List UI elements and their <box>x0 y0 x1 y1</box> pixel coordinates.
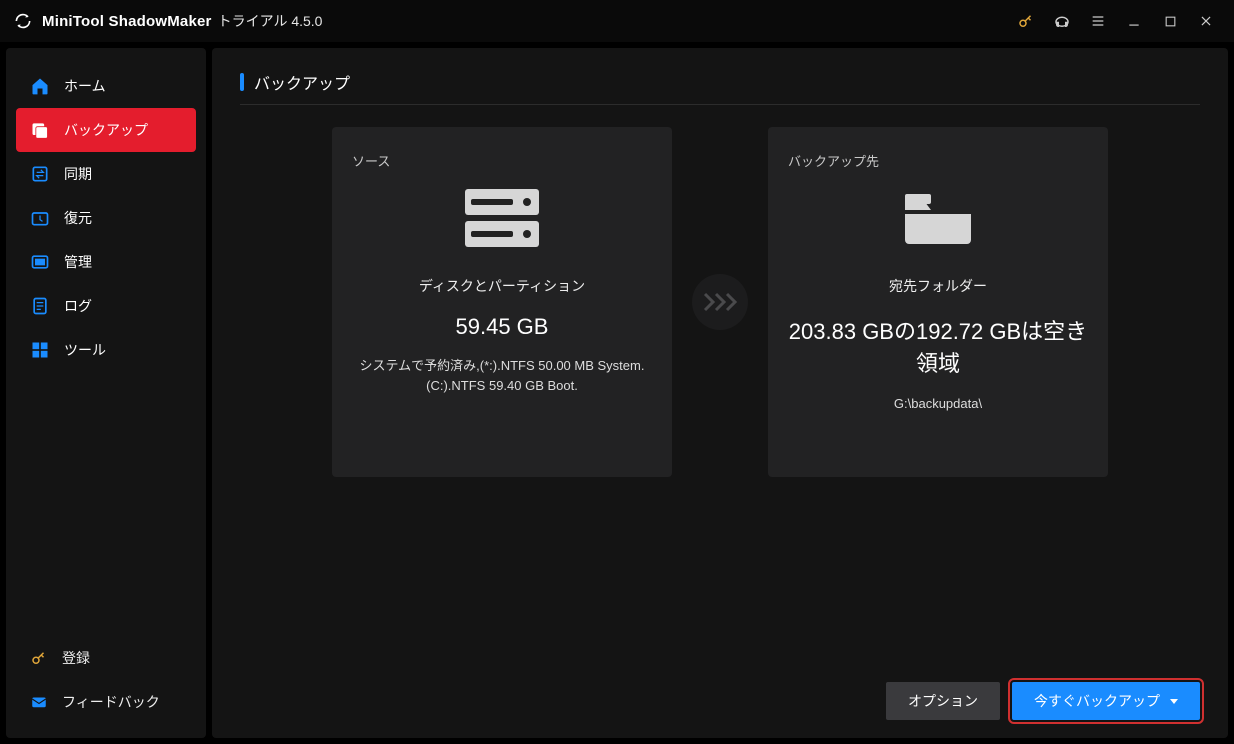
sidebar-item-home[interactable]: ホーム <box>6 64 206 108</box>
dest-card-caption: バックアップ先 <box>788 151 879 170</box>
feedback-mail-icon <box>30 693 48 711</box>
dropdown-caret-icon <box>1170 699 1178 704</box>
register-key-icon <box>30 649 48 667</box>
page-title-accent <box>240 73 244 91</box>
folder-icon <box>901 182 975 254</box>
sidebar: ホーム バックアップ 同期 復元 <box>6 48 206 738</box>
disk-icon <box>463 182 541 254</box>
sidebar-item-backup[interactable]: バックアップ <box>16 108 196 152</box>
home-icon <box>30 76 50 96</box>
sidebar-feedback-label: フィードバック <box>62 692 160 712</box>
close-button[interactable] <box>1190 5 1222 37</box>
dest-detail: G:\backupdata\ <box>894 394 982 414</box>
source-size: 59.45 GB <box>456 314 549 340</box>
options-button-label: オプション <box>908 691 978 711</box>
app-name: MiniTool ShadowMaker <box>42 13 212 30</box>
options-button[interactable]: オプション <box>886 682 1000 720</box>
titlebar: MiniTool ShadowMaker トライアル 4.5.0 <box>0 0 1234 42</box>
destination-card[interactable]: バックアップ先 宛先フォルダー 203.83 GBの192.72 GBは空き領域… <box>768 127 1108 477</box>
sidebar-item-label: ホーム <box>64 76 106 96</box>
sidebar-feedback[interactable]: フィードバック <box>6 680 206 724</box>
maximize-button[interactable] <box>1154 5 1186 37</box>
menu-icon[interactable] <box>1082 5 1114 37</box>
source-card[interactable]: ソース ディスクとパーティション 59.45 GB システムで予約済み,(*:)… <box>332 127 672 477</box>
source-type: ディスクとパーティション <box>419 276 585 296</box>
sync-icon <box>30 164 50 184</box>
tools-icon <box>30 340 50 360</box>
sidebar-register-label: 登録 <box>62 648 90 668</box>
app-logo-icon <box>12 10 34 32</box>
dest-size: 203.83 GBの192.72 GBは空き領域 <box>788 314 1088 378</box>
backup-now-button[interactable]: 今すぐバックアップ <box>1012 682 1200 720</box>
page-title: バックアップ <box>254 70 350 94</box>
sidebar-item-label: 管理 <box>64 252 92 272</box>
backup-icon <box>30 120 50 140</box>
manage-icon <box>30 252 50 272</box>
sidebar-item-label: ログ <box>64 296 92 316</box>
page-header: バックアップ <box>240 70 1200 105</box>
sidebar-item-label: 同期 <box>64 164 92 184</box>
help-icon[interactable] <box>1046 5 1078 37</box>
minimize-button[interactable] <box>1118 5 1150 37</box>
license-key-icon[interactable] <box>1010 5 1042 37</box>
main-panel: バックアップ ソース ディスクとパーティション 59.45 GB <box>212 48 1228 738</box>
sidebar-register[interactable]: 登録 <box>6 636 206 680</box>
sidebar-item-label: バックアップ <box>64 120 148 140</box>
sidebar-item-label: 復元 <box>64 208 92 228</box>
sidebar-item-log[interactable]: ログ <box>6 284 206 328</box>
sidebar-item-manage[interactable]: 管理 <box>6 240 206 284</box>
arrow-chevrons-icon <box>692 274 748 330</box>
source-card-caption: ソース <box>352 151 390 170</box>
sidebar-item-restore[interactable]: 復元 <box>6 196 206 240</box>
sidebar-item-label: ツール <box>64 340 106 360</box>
source-detail: システムで予約済み,(*:).NTFS 50.00 MB System. (C:… <box>360 356 645 395</box>
sidebar-item-tools[interactable]: ツール <box>6 328 206 372</box>
sidebar-item-sync[interactable]: 同期 <box>6 152 206 196</box>
dest-type: 宛先フォルダー <box>889 276 987 296</box>
log-icon <box>30 296 50 316</box>
app-edition: トライアル 4.5.0 <box>218 11 323 31</box>
restore-icon <box>30 208 50 228</box>
backup-now-button-label: 今すぐバックアップ <box>1034 691 1160 711</box>
